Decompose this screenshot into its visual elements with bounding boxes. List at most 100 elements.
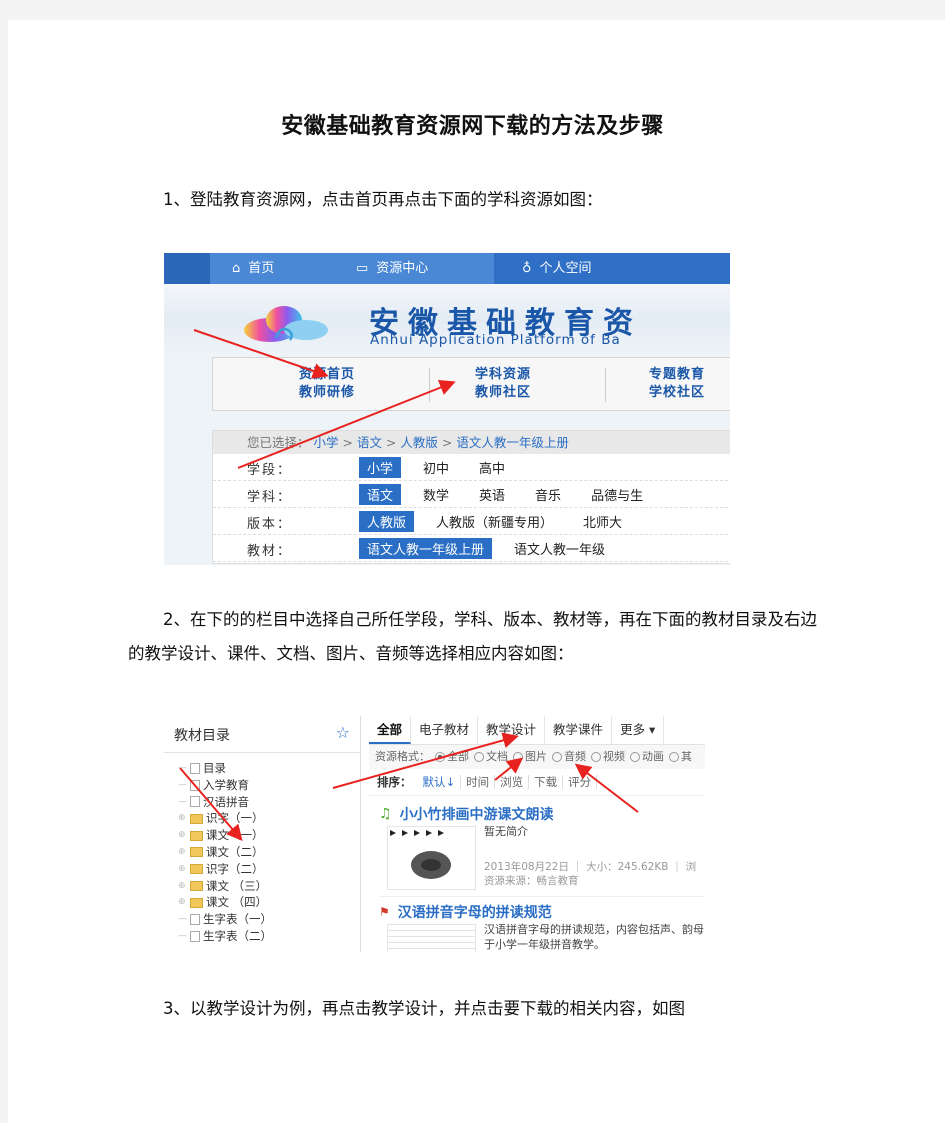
resource-tab[interactable]: 全部 <box>369 716 412 744</box>
tree-node[interactable]: — 生字表（二） <box>178 928 272 945</box>
document-thumbnail <box>387 924 476 952</box>
nav-resource-center[interactable]: ▭ 资源中心 <box>356 253 428 284</box>
radio-button[interactable] <box>552 752 562 762</box>
resource-item[interactable]: ♫ 小小竹排画中游课文朗读 暂无简介 2013年08月22日 ｜ 大小：245.6… <box>379 804 705 897</box>
filter-row-stage: 学段： 小学 初中 高中 <box>213 454 730 481</box>
crumb-textbook[interactable]: 语文人教一年级上册 <box>456 435 569 450</box>
format-option[interactable]: 动画 <box>642 750 664 763</box>
menu-subject-resources[interactable]: 学科资源 <box>475 366 531 384</box>
tree-node[interactable]: ⊕ 课文（一） <box>178 827 272 844</box>
tree-node-label: 汉语拼音 <box>203 794 249 809</box>
folder-icon <box>190 830 203 841</box>
document-icon <box>190 762 200 774</box>
screenshot-homepage: ⌂ 首页 ▭ 资源中心 ♁ 个人空间 安徽基础教育资 Anhui Applica… <box>164 253 730 565</box>
home-icon: ⌂ <box>232 261 241 276</box>
format-option[interactable]: 音频 <box>564 750 586 763</box>
catalog-tree: — 目录 — 入学教育 — 汉语拼音 ⊕ 识字（一） ⊕ 课文（一） ⊕ 课文（二） ⊕ 识字（二） ⊕ 课文… <box>178 760 272 945</box>
menu-teacher-training[interactable]: 教师研修 <box>299 384 355 402</box>
expand-icon: ⊕ <box>178 863 186 874</box>
expand-icon: ⊕ <box>178 830 186 841</box>
sort-option[interactable]: 浏览 <box>495 775 530 789</box>
menu-teacher-community[interactable]: 教师社区 <box>475 384 531 402</box>
filter-option[interactable]: 初中 <box>415 457 457 478</box>
pdf-icon: ⚑ <box>379 905 390 919</box>
format-option[interactable]: 全部 <box>447 750 469 763</box>
user-icon: ♁ <box>522 261 532 276</box>
tree-node[interactable]: — 入学教育 <box>178 777 272 794</box>
radio-button[interactable] <box>513 752 523 762</box>
resource-tab[interactable]: 更多 ▾ <box>612 716 665 744</box>
document-icon <box>190 779 200 791</box>
document-icon <box>190 930 200 942</box>
tree-node-label: 入学教育 <box>203 777 249 792</box>
document-icon <box>190 796 200 808</box>
crumb-edition[interactable]: 人教版 <box>400 435 438 450</box>
tree-node-label: 生字表（二） <box>203 928 272 943</box>
format-option[interactable]: 视频 <box>603 750 625 763</box>
crumb-stage[interactable]: 小学 <box>314 435 339 450</box>
radio-button[interactable] <box>435 752 445 762</box>
filter-option[interactable]: 语文 <box>359 484 402 505</box>
step-1-text: 1、登陆教育资源网，点击首页再点击下面的学科资源如图： <box>163 190 603 209</box>
menu-school-community[interactable]: 学校社区 <box>649 384 705 402</box>
top-nav-bar: ⌂ 首页 ▭ 资源中心 ♁ 个人空间 <box>164 253 730 284</box>
nav-home[interactable]: ⌂ 首页 <box>232 253 274 284</box>
tree-node[interactable]: ⊕ 课文 （三） <box>178 878 272 895</box>
folder-icon <box>190 847 203 858</box>
filter-option[interactable]: 北师大 <box>575 511 630 532</box>
filter-option[interactable]: 数学 <box>415 484 457 505</box>
tree-line: — <box>178 796 187 807</box>
resource-tab[interactable]: 电子教材 <box>411 716 479 744</box>
sort-option[interactable]: 默认↓ <box>417 775 462 789</box>
tree-line: — <box>178 914 187 925</box>
filter-option[interactable]: 小学 <box>359 457 402 478</box>
tree-node-label: 课文 （四） <box>206 895 268 910</box>
format-filter: 资源格式： 全部 文档 图片 音频 视频 动画 其 <box>369 745 705 769</box>
document-icon <box>190 914 200 926</box>
filter-option[interactable]: 音乐 <box>527 484 569 505</box>
format-option[interactable]: 其 <box>681 750 692 763</box>
tree-node[interactable]: ⊕ 识字（二） <box>178 861 272 878</box>
star-icon[interactable]: ☆ <box>336 723 350 742</box>
format-option[interactable]: 图片 <box>525 750 547 763</box>
radio-button[interactable] <box>474 752 484 762</box>
tree-line: — <box>178 763 187 773</box>
radio-button[interactable] <box>591 752 601 762</box>
tree-node[interactable]: ⊕ 识字（一） <box>178 810 272 827</box>
filter-row-edition: 版本： 人教版 人教版（新疆专用） 北师大 <box>213 508 730 535</box>
tree-node[interactable]: ⊕ 课文 （四） <box>178 894 272 911</box>
filter-option[interactable]: 高中 <box>471 457 513 478</box>
radio-button[interactable] <box>669 752 679 762</box>
expand-icon: ⊕ <box>178 880 186 891</box>
folder-icon <box>190 897 203 908</box>
catalog-title: 教材目录 <box>174 728 230 744</box>
tree-node[interactable]: — 目录 <box>178 760 272 777</box>
resource-item[interactable]: ⚑ 汉语拼音字母的拼读规范 汉语拼音字母的拼读规范，内容包括声、韵母 于小学一年级拼… <box>379 902 705 952</box>
filter-option[interactable]: 英语 <box>471 484 513 505</box>
filter-option[interactable]: 品德与生 <box>583 484 651 505</box>
sub-menu: 资源首页 教师研修 学科资源 教师社区 专题教育 学校社区 <box>212 357 730 411</box>
tree-node-label: 识字（二） <box>206 861 264 876</box>
filter-option[interactable]: 语文人教一年级上册 <box>359 538 493 559</box>
tree-node[interactable]: — 汉语拼音 <box>178 794 272 811</box>
folder-icon <box>190 813 203 824</box>
format-option[interactable]: 文档 <box>486 750 508 763</box>
menu-topic-education[interactable]: 专题教育 <box>649 366 705 384</box>
sort-option[interactable]: 时间 <box>461 775 496 789</box>
expand-icon: ⊕ <box>178 897 186 908</box>
radio-button[interactable] <box>630 752 640 762</box>
filter-option[interactable]: 人教版 <box>359 511 415 532</box>
nav-personal-space[interactable]: ♁ 个人空间 <box>522 253 592 284</box>
resource-tab[interactable]: 教学课件 <box>545 716 613 744</box>
resource-tab[interactable]: 教学设计 <box>478 716 546 744</box>
sort-option[interactable]: 评分 <box>563 775 598 789</box>
tree-node[interactable]: ⊕ 课文（二） <box>178 844 272 861</box>
crumb-subject[interactable]: 语文 <box>357 435 382 450</box>
filter-option[interactable]: 人教版（新疆专用） <box>428 511 561 532</box>
menu-resource-home[interactable]: 资源首页 <box>299 366 355 384</box>
tree-node[interactable]: — 生字表（一） <box>178 911 272 928</box>
sort-option[interactable]: 下载 <box>529 775 564 789</box>
filter-option[interactable]: 语文人教一年级 <box>506 538 613 559</box>
cloud-logo-icon <box>244 306 328 342</box>
tree-node-label: 生字表（一） <box>203 912 272 927</box>
